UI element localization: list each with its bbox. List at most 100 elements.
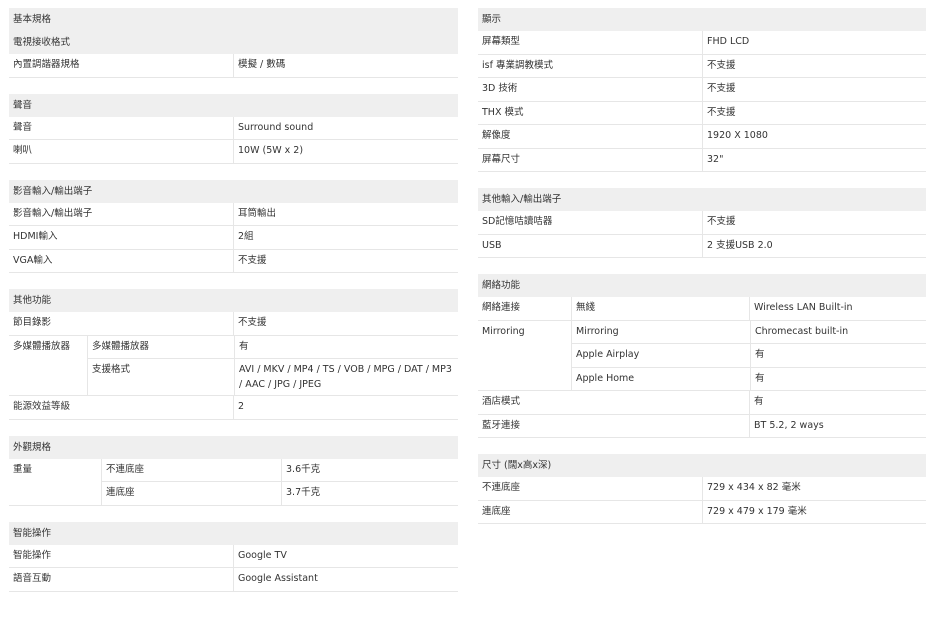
section-exterior: 外觀規格 重量 不連底座 3.6千克 連底座 3.7千克 [9, 435, 458, 506]
spec-row: 3D 技術 不支援 [478, 78, 926, 102]
spec-label: 屏幕類型 [482, 36, 521, 47]
section-sound: 聲音 聲音 Surround sound 喇叭 10W (5W x 2) [9, 93, 458, 164]
spec-value: 3.7千克 [281, 482, 458, 505]
spec-label: 重量 [13, 463, 33, 475]
spec-value: BT 5.2, 2 ways [749, 414, 926, 437]
spec-label: VGA輸入 [13, 254, 53, 266]
spec-value: 10W (5W x 2) [233, 140, 458, 163]
section-other-features: 其他功能 節目錄影 不支援 多媒體播放器 多媒體播放器 有 支援格式 AVI /… [9, 289, 458, 420]
spec-label: 智能操作 [13, 549, 52, 561]
spec-row: 連底座 729 x 479 x 179 毫米 [478, 500, 926, 524]
spec-value: FHD LCD [702, 31, 926, 54]
spec-value: 有 [749, 391, 926, 414]
spec-value: Google Assistant [233, 568, 458, 591]
section-title: 智能操作 [9, 521, 458, 545]
spec-row: 支援格式 AVI / MKV / MP4 / TS / VOB / MPG / … [88, 359, 458, 395]
spec-value: 不支援 [233, 312, 458, 335]
spec-label: 網絡連接 [482, 302, 521, 313]
spec-row: 能源效益等級 2 [9, 396, 458, 420]
spec-row: 聲音 Surround sound [9, 116, 458, 140]
spec-value: 不支援 [702, 101, 926, 124]
section-display: 顯示 屏幕類型 FHD LCD isf 專業調教模式 不支援 3D 技術 不支援… [478, 8, 926, 172]
spec-label: 能源效益等級 [13, 401, 71, 412]
section-title: 其他輸入/輸出端子 [478, 188, 926, 211]
spec-label: 喇叭 [13, 145, 33, 156]
section-title: 外觀規格 [9, 435, 458, 459]
spec-row: 不連底座 729 x 434 x 82 毫米 [478, 477, 926, 501]
section-title: 基本規格 [9, 8, 458, 31]
spec-value: 1920 X 1080 [702, 125, 926, 148]
spec-value: 729 x 434 x 82 毫米 [702, 477, 926, 500]
spec-value: AVI / MKV / MP4 / TS / VOB / MPG / DAT /… [234, 359, 458, 395]
spec-label: USB [482, 239, 502, 251]
spec-value: 不支援 [702, 78, 926, 101]
spec-value: 有 [234, 335, 458, 358]
section-network: 網絡功能 網絡連接 無綫 Wireless LAN Built-in Mirro… [478, 274, 926, 438]
spec-row: 連底座 3.7千克 [102, 482, 458, 505]
spec-row: 內置調諧器規格 模擬 / 數碼 [9, 54, 458, 78]
left-spec-column: 基本規格 電視接收格式 內置調諧器規格 模擬 / 數碼 聲音 聲音 Surrou… [9, 8, 458, 608]
spec-label: 不連底座 [482, 482, 521, 493]
spec-label: 聲音 [13, 121, 33, 133]
spec-label: 語音互動 [13, 573, 52, 584]
spec-row: 藍牙連接 BT 5.2, 2 ways [478, 414, 926, 438]
spec-value: 不支援 [702, 211, 926, 234]
section-title: 網絡功能 [478, 274, 926, 297]
spec-value: 不支援 [702, 54, 926, 77]
spec-value: 不支援 [233, 249, 458, 272]
spec-label: 內置調諧器規格 [13, 59, 80, 70]
spec-label: 3D 技術 [482, 83, 518, 94]
spec-row: 屏幕類型 FHD LCD [478, 31, 926, 55]
spec-subgroup: Mirroring Chromecast built-in Apple Airp… [571, 320, 926, 390]
spec-subgroup: 不連底座 3.6千克 連底座 3.7千克 [101, 458, 458, 505]
spec-value: Wireless LAN Built-in [749, 297, 926, 320]
section-title: 尺寸 (闊x高x深) [478, 454, 926, 477]
spec-group-mirroring: Mirroring Mirroring Chromecast built-in … [478, 320, 926, 391]
spec-value: Google TV [233, 544, 458, 567]
spec-subgroup: 多媒體播放器 有 支援格式 AVI / MKV / MP4 / TS / VOB… [87, 335, 458, 395]
spec-row: SD記憶咭讀咭器 不支援 [478, 211, 926, 235]
spec-label: 連底座 [106, 487, 135, 498]
spec-label: 屏幕尺寸 [482, 153, 521, 165]
section-av-io: 影音輸入/輸出端子 影音輸入/輸出端子 耳筒輸出 HDMI輸入 2組 VGA輸入… [9, 179, 458, 273]
section-smart: 智能操作 智能操作 Google TV 語音互動 Google Assistan… [9, 521, 458, 592]
spec-label: 影音輸入/輸出端子 [13, 207, 93, 219]
spec-label: 藍牙連接 [482, 419, 521, 431]
spec-label: Mirroring [482, 325, 525, 337]
spec-row: HDMI輸入 2組 [9, 226, 458, 250]
spec-row: 屏幕尺寸 32" [478, 148, 926, 172]
spec-row: Mirroring Chromecast built-in [572, 320, 926, 344]
section-dimensions: 尺寸 (闊x高x深) 不連底座 729 x 434 x 82 毫米 連底座 72… [478, 454, 926, 524]
spec-label: 多媒體播放器 [92, 340, 150, 352]
spec-label: 不連底座 [106, 463, 145, 475]
spec-sublabel: 無綫 [571, 297, 749, 320]
spec-value: 729 x 479 x 179 毫米 [702, 500, 926, 523]
right-spec-column: 顯示 屏幕類型 FHD LCD isf 專業調教模式 不支援 3D 技術 不支援… [478, 8, 926, 540]
spec-value: 2 [233, 396, 458, 419]
section-subtitle: 電視接收格式 [9, 31, 458, 54]
spec-value: 耳筒輸出 [233, 202, 458, 225]
spec-row: 智能操作 Google TV [9, 544, 458, 568]
spec-value: Surround sound [233, 116, 458, 139]
spec-row: 網絡連接 無綫 Wireless LAN Built-in [478, 297, 926, 321]
spec-label: 支援格式 [92, 364, 131, 375]
spec-label: Mirroring [576, 325, 619, 337]
spec-value: 2 支援USB 2.0 [702, 234, 926, 257]
spec-label: 酒店模式 [482, 396, 521, 407]
section-title: 其他功能 [9, 289, 458, 312]
section-title: 顯示 [478, 8, 926, 31]
spec-label: 連底座 [482, 505, 511, 517]
spec-value: 2組 [233, 226, 458, 249]
spec-row: THX 模式 不支援 [478, 101, 926, 125]
spec-row: 語音互動 Google Assistant [9, 568, 458, 592]
spec-row: VGA輸入 不支援 [9, 249, 458, 273]
spec-value: 有 [750, 367, 926, 390]
spec-value: Chromecast built-in [750, 320, 926, 343]
spec-row: 解像度 1920 X 1080 [478, 125, 926, 149]
spec-value: 模擬 / 數碼 [233, 54, 458, 77]
spec-row: 不連底座 3.6千克 [102, 458, 458, 482]
spec-row: isf 專業調教模式 不支援 [478, 54, 926, 78]
spec-row: 影音輸入/輸出端子 耳筒輸出 [9, 202, 458, 226]
spec-label: Apple Home [576, 372, 635, 384]
spec-label: 解像度 [482, 130, 511, 141]
